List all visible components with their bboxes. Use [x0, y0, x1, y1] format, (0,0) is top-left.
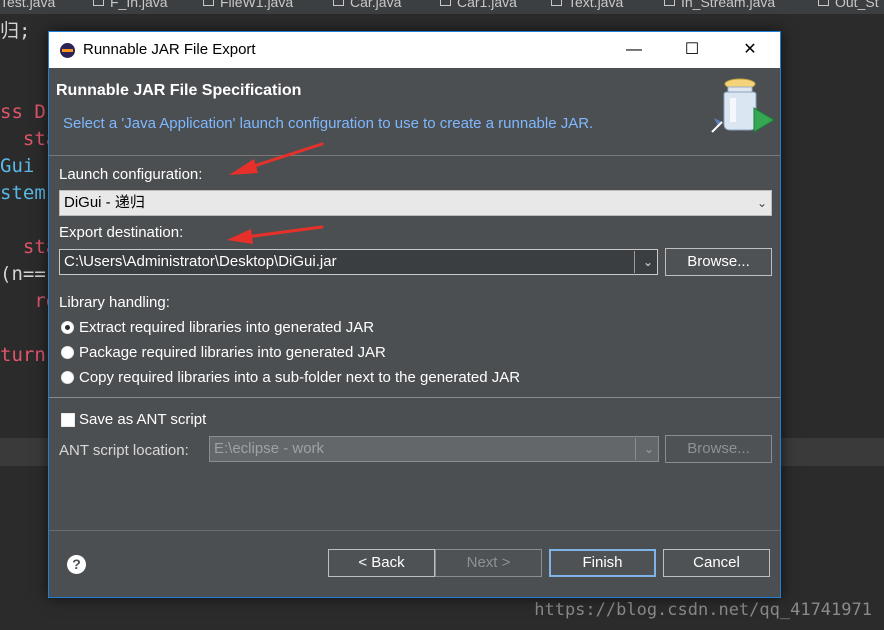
annotation-arrow-launch	[229, 142, 324, 175]
annotation-arrow-destination	[227, 225, 324, 244]
annotation-arrows	[227, 142, 324, 244]
